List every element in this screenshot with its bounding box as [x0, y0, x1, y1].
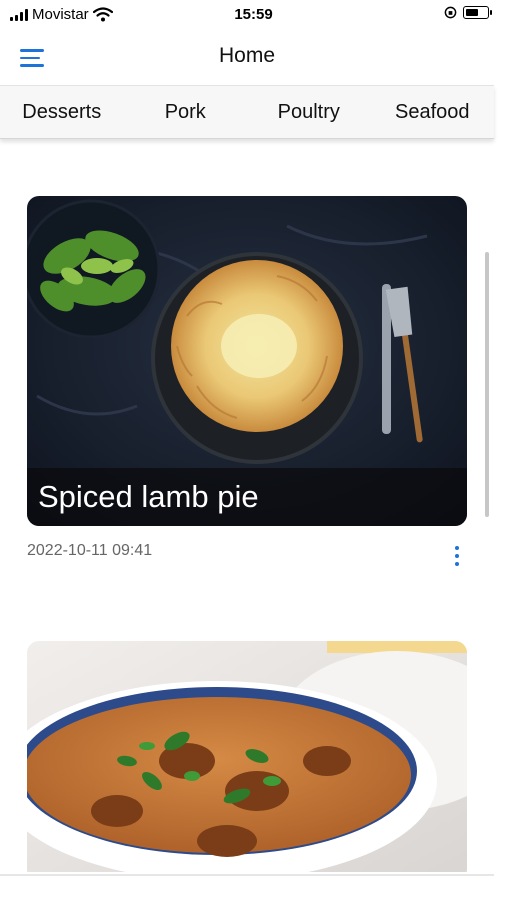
recipe-image[interactable] [27, 641, 467, 872]
battery-icon [463, 6, 492, 19]
recipe-title: Spiced lamb pie [38, 479, 259, 514]
orientation-lock-icon [444, 6, 457, 19]
more-vert-icon[interactable] [453, 546, 461, 566]
recipe-title-overlay: Spiced lamb pie [27, 468, 467, 526]
page-title: Home [218, 44, 276, 67]
tab-desserts[interactable]: Desserts [0, 101, 124, 124]
bottom-divider [0, 874, 494, 876]
status-bar: Movistar 15:59 [0, 0, 507, 30]
recipe-image[interactable]: Spiced lamb pie [27, 196, 467, 526]
battery-level [466, 9, 478, 16]
status-right [444, 6, 492, 19]
curry-photo [27, 641, 467, 872]
tab-pork[interactable]: Pork [124, 101, 248, 124]
recipe-list: Spiced lamb pie 2022-10-11 09:41 [0, 138, 494, 872]
recipe-date: 2022-10-11 09:41 [27, 542, 153, 559]
scrollbar[interactable] [485, 252, 489, 517]
tab-seafood[interactable]: Seafood [371, 101, 495, 124]
category-bar: Desserts Pork Poultry Seafood [0, 85, 494, 139]
recipe-card[interactable]: Spiced lamb pie 2022-10-11 09:41 [27, 196, 467, 566]
tab-poultry[interactable]: Poultry [247, 101, 371, 124]
app-bar: Home [0, 32, 494, 84]
status-time: 15:59 [234, 6, 273, 23]
recipe-card[interactable] [27, 641, 467, 872]
recipe-meta: 2022-10-11 09:41 [27, 526, 467, 566]
